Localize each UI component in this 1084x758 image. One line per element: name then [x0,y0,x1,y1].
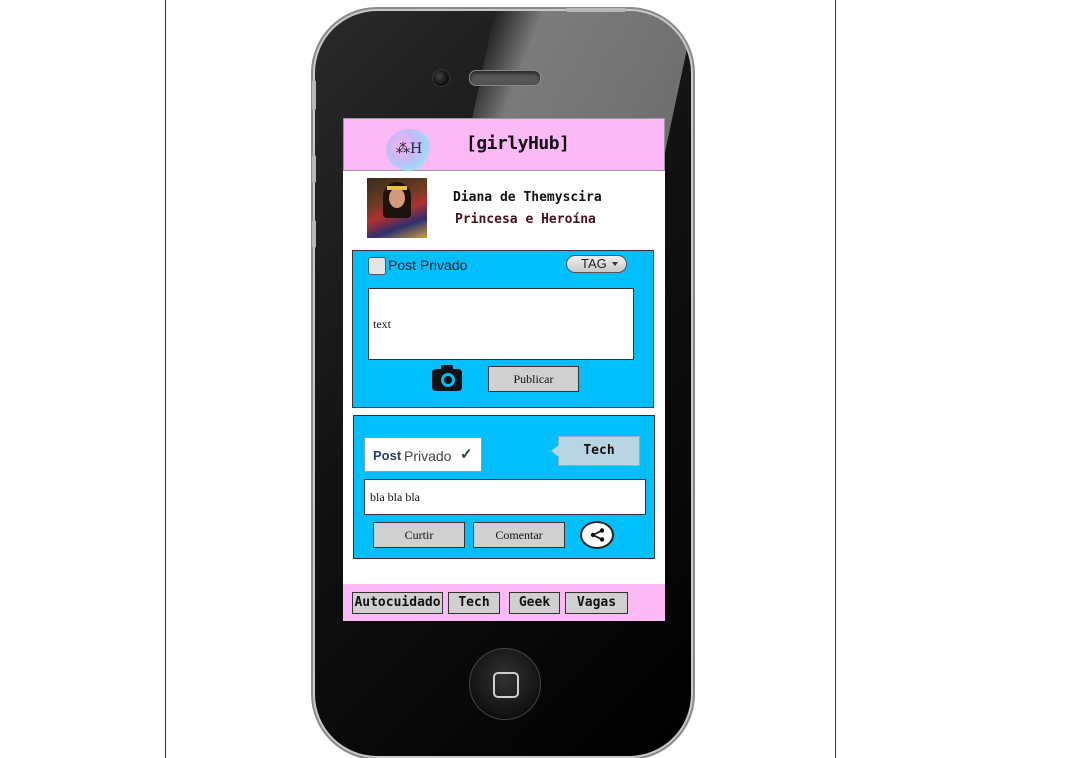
post-tag-badge[interactable]: Tech [551,436,640,466]
logo-mark: ⁂H [396,141,423,157]
avatar-face [389,188,405,208]
front-camera [432,69,450,87]
profile-role: Princesa e Heroína [455,212,596,227]
bottom-nav: Autocuidado Tech Geek Vagas [343,584,665,621]
tag-button-label: TAG [581,256,607,271]
share-icon [590,528,605,542]
comment-button[interactable]: Comentar [473,522,565,548]
share-button[interactable] [580,521,614,549]
phone-side-button [312,80,316,110]
nav-item-vagas[interactable]: Vagas [565,592,628,614]
like-button[interactable]: Curtir [373,522,465,548]
nav-item-tech[interactable]: Tech [448,592,500,614]
app-screen: ⁂H [girlyHub] Diana de Themyscira Prince… [343,118,665,621]
privacy-post-label: Post [373,448,402,463]
app-header: ⁂H [girlyHub] [343,118,665,171]
post-text-input[interactable]: text [368,288,634,360]
phone-volume-down [312,220,316,248]
nav-item-geek[interactable]: Geek [509,592,560,614]
avatar-tiara [387,186,407,190]
home-button[interactable] [469,648,541,720]
camera-lens [441,373,455,387]
private-post-checkbox[interactable] [368,257,386,275]
private-post-label: Post Privado [388,257,468,273]
profile-name: Diana de Themyscira [453,190,602,205]
check-icon: ✓ [460,446,473,463]
phone-volume-up [312,155,316,183]
nav-item-autocuidado[interactable]: Autocuidado [352,592,443,614]
avatar[interactable] [367,178,427,238]
post-composer: Post Privado TAG text Publicar [352,250,654,408]
post-privacy-select[interactable]: Post Privado ✓ [364,437,482,472]
chevron-down-icon [612,262,618,266]
app-title: [girlyHub] [466,133,570,154]
home-square-icon [493,672,519,698]
privacy-value: Privado [404,448,452,464]
camera-icon[interactable] [432,365,462,391]
tag-dropdown-button[interactable]: TAG [566,255,627,273]
earpiece-speaker [469,70,541,86]
phone-power-button [566,8,626,12]
post-body-text: bla bla bla [364,479,646,515]
publish-button[interactable]: Publicar [488,366,579,392]
post-card: Post Privado ✓ Tech bla bla bla Curtir C… [353,415,655,559]
app-logo[interactable]: ⁂H [386,129,432,171]
